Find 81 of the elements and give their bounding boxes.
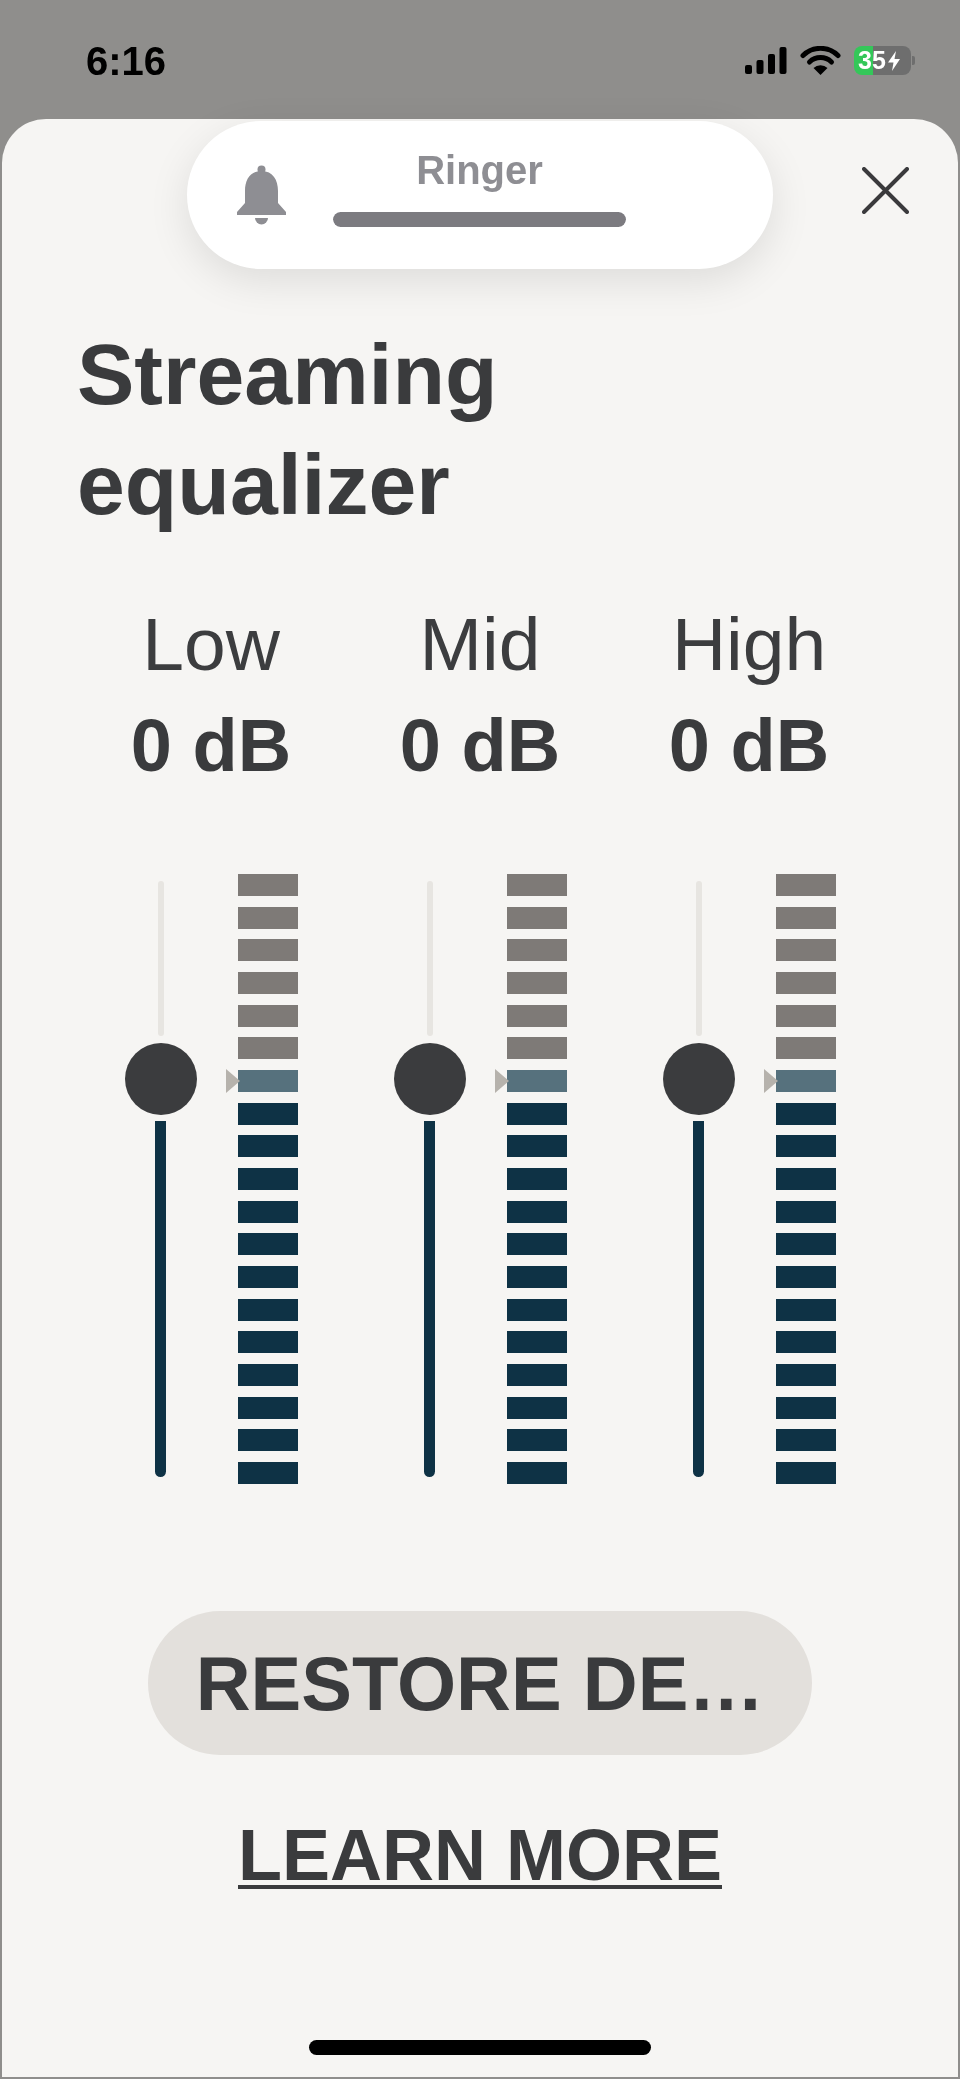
restore-button[interactable]: RESTORE DE… xyxy=(147,1611,813,1755)
meter-segment xyxy=(775,1102,836,1125)
meter-segment xyxy=(237,1298,298,1321)
meter-segment xyxy=(506,1363,567,1386)
meter-segment xyxy=(506,1200,567,1223)
screen-title: Streaming equalizer xyxy=(77,325,499,534)
meter-segment xyxy=(506,1004,567,1027)
charging-bolt-icon xyxy=(887,50,900,71)
meter-segment xyxy=(775,874,836,896)
meter-segment xyxy=(237,1167,298,1190)
meter-segment xyxy=(775,1265,836,1288)
meter-segment xyxy=(506,1233,567,1256)
band-label: Mid xyxy=(419,602,541,686)
pointer-triangle-icon xyxy=(225,1069,240,1093)
meter-segment xyxy=(775,1004,836,1027)
band-gain-value: 0 dB xyxy=(668,704,830,788)
meter-segment xyxy=(506,1331,567,1354)
meter-segment xyxy=(506,874,567,896)
band-gain-value: 0 dB xyxy=(130,704,292,788)
meter-segment xyxy=(506,1037,567,1060)
close-icon xyxy=(862,167,909,214)
meter-segment xyxy=(237,906,298,929)
meter-segment xyxy=(506,906,567,929)
meter-segment xyxy=(775,1037,836,1060)
meter-segment xyxy=(775,1200,836,1223)
band-gain-value: 0 dB xyxy=(399,704,561,788)
meter-segment xyxy=(506,1102,567,1125)
meter-segment xyxy=(237,874,298,896)
status-time: 6:16 xyxy=(86,41,167,81)
meter-segment xyxy=(775,1363,836,1386)
meter-segment xyxy=(775,1298,836,1321)
meter-segment xyxy=(506,1461,567,1484)
meter-segment xyxy=(775,971,836,994)
eq-slider[interactable] xyxy=(124,881,197,1477)
learn-more-link[interactable]: LEARN MORE xyxy=(238,1814,722,1896)
meter-segment xyxy=(506,1298,567,1321)
meter-segment xyxy=(506,1396,567,1419)
eq-slider[interactable] xyxy=(662,881,735,1477)
meter-segment xyxy=(775,1331,836,1354)
close-button[interactable] xyxy=(862,167,909,214)
pointer-triangle-icon xyxy=(763,1069,778,1093)
meter-segment xyxy=(237,939,298,962)
band-label: High xyxy=(671,602,827,686)
meter-segment xyxy=(506,1265,567,1288)
meter-segment xyxy=(506,971,567,994)
bell-icon xyxy=(235,164,288,226)
wifi-icon xyxy=(800,46,841,75)
battery-percent: 35 xyxy=(858,48,886,73)
meter-segment xyxy=(506,939,567,962)
meter-segment xyxy=(775,1167,836,1190)
meter-segment xyxy=(237,1069,298,1092)
meter-segment xyxy=(775,1461,836,1484)
meter-segment xyxy=(237,971,298,994)
meter-segment xyxy=(506,1135,567,1158)
meter-segment xyxy=(775,1069,836,1092)
meter-segment xyxy=(775,1135,836,1158)
meter-segment xyxy=(775,1396,836,1419)
signal-icon xyxy=(745,47,787,74)
meter-segment xyxy=(237,1265,298,1288)
meter-segment xyxy=(237,1004,298,1027)
meter-segment xyxy=(237,1396,298,1419)
meter-segment xyxy=(775,1233,836,1256)
meter-segment xyxy=(775,906,836,929)
meter-segment xyxy=(506,1069,567,1092)
meter-segment xyxy=(237,1331,298,1354)
eq-slider[interactable] xyxy=(393,881,466,1477)
meter-segment xyxy=(237,1461,298,1484)
meter-segment xyxy=(237,1233,298,1256)
meter-segment xyxy=(237,1363,298,1386)
meter-segment xyxy=(237,1429,298,1452)
meter-segment xyxy=(237,1102,298,1125)
meter-segment xyxy=(237,1200,298,1223)
pointer-triangle-icon xyxy=(494,1069,509,1093)
ringer-label: Ringer xyxy=(416,147,543,193)
meter-segment xyxy=(506,1167,567,1190)
meter-segment xyxy=(775,1429,836,1452)
meter-segment xyxy=(237,1135,298,1158)
band-label: Low xyxy=(142,602,280,686)
meter-segment xyxy=(237,1037,298,1060)
meter-segment xyxy=(775,939,836,962)
meter-segment xyxy=(506,1429,567,1452)
